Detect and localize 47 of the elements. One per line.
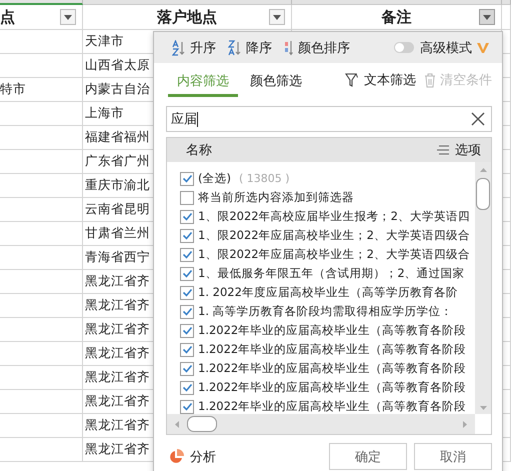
checkbox[interactable] (180, 190, 194, 204)
search-field[interactable]: 应届 (166, 106, 492, 132)
text-filter-button[interactable]: 文本筛选 (345, 66, 416, 94)
scrollbar-thumb[interactable] (476, 178, 490, 210)
trash-icon (424, 72, 436, 88)
column-header: 点 (0, 8, 15, 26)
horizontal-scrollbar[interactable] (167, 414, 475, 434)
checkbox[interactable] (180, 248, 194, 262)
advanced-mode-label: 高级模式 (420, 40, 472, 56)
checkbox[interactable] (180, 266, 194, 280)
sort-button[interactable]: 降序 (228, 38, 272, 56)
checkbox[interactable] (180, 286, 194, 300)
scrollbar-thumb[interactable] (187, 416, 217, 432)
checkbox[interactable] (180, 210, 194, 224)
filter-dropdown-button[interactable] (269, 9, 285, 25)
column-header: 落户地点 (157, 8, 217, 26)
toggle-switch[interactable] (394, 42, 414, 53)
checkbox[interactable] (180, 304, 194, 318)
caret-icon (483, 14, 491, 20)
item-count: ( 13805 ) (238, 172, 290, 185)
checkbox[interactable] (180, 362, 194, 376)
checkbox[interactable] (180, 172, 194, 186)
options-button[interactable]: 选项 (436, 141, 481, 159)
caret-icon (273, 14, 281, 20)
sort-descending-icon (228, 40, 242, 56)
column-header: 备注 (382, 8, 412, 26)
checkbox[interactable] (180, 324, 194, 338)
menu-icon (436, 145, 450, 155)
table-cell: 特市 (0, 78, 83, 102)
sort-ascending-icon (172, 40, 186, 56)
checkbox[interactable] (180, 400, 194, 414)
list-item[interactable]: (全选) (198, 171, 231, 186)
checkbox[interactable] (180, 228, 194, 242)
filter-dropdown-button[interactable] (60, 9, 76, 25)
sort-button[interactable]: 升序 (172, 38, 216, 56)
vertical-scrollbar[interactable] (475, 162, 491, 414)
caret-icon (64, 14, 72, 20)
close-icon[interactable] (471, 112, 485, 126)
pie-chart-icon (168, 448, 184, 464)
dialog-button[interactable]: 取消 (414, 443, 492, 470)
filter-dropdown-button[interactable] (479, 9, 495, 25)
v-badge-icon (476, 42, 490, 54)
checkbox[interactable] (180, 342, 194, 356)
color-sort-icon (284, 40, 294, 56)
dialog-button[interactable]: 确定 (329, 443, 407, 470)
funnel-icon (345, 72, 360, 88)
checkbox[interactable] (180, 380, 194, 394)
